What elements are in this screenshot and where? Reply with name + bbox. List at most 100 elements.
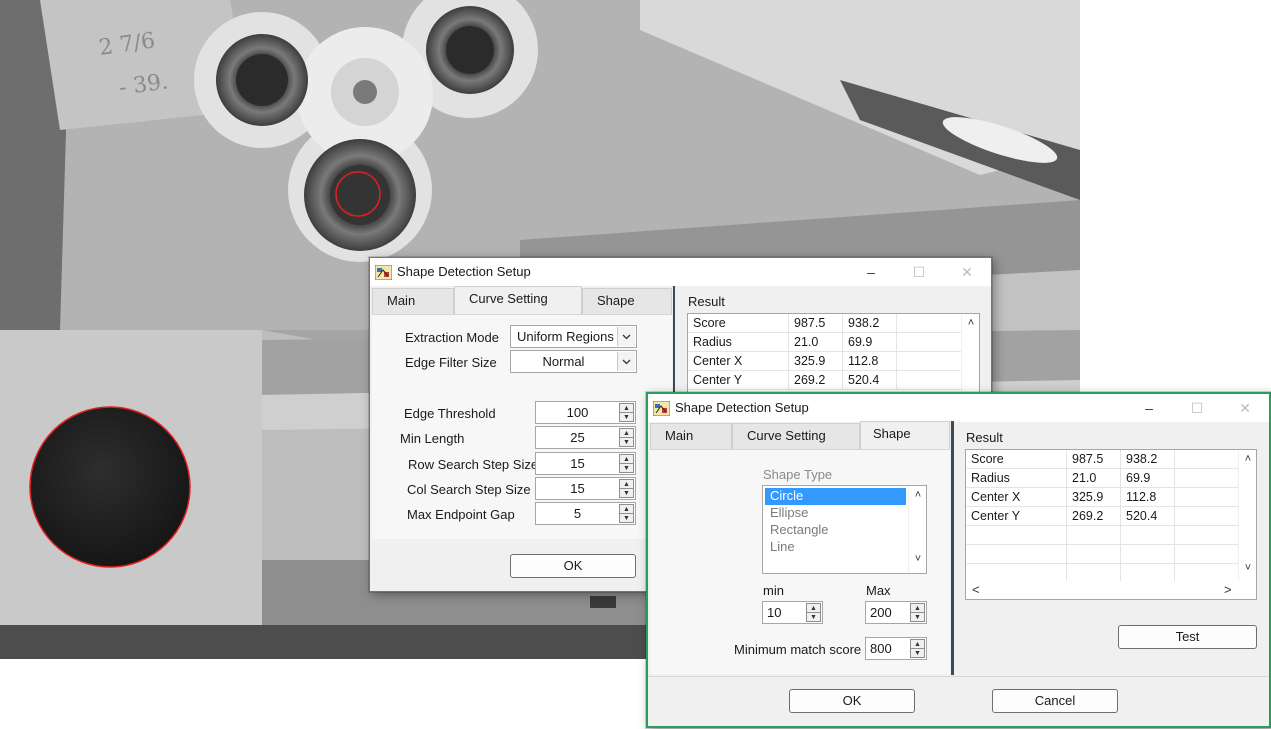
min-match-score-value: 800 xyxy=(870,641,892,656)
list-item-line[interactable]: Line xyxy=(765,539,906,556)
table-cell: Radius xyxy=(688,333,789,352)
tab-main[interactable]: Main xyxy=(372,288,454,314)
table-cell xyxy=(966,526,1067,545)
chevron-down-icon[interactable]: ˅ xyxy=(909,553,927,565)
listbox-scrollbar[interactable]: ˄ ˅ xyxy=(908,486,926,573)
maximize-button[interactable]: ☐ xyxy=(896,258,942,286)
list-item-circle[interactable]: Circle xyxy=(765,488,906,505)
max-endpoint-gap-input[interactable]: 5 ▲ ▼ xyxy=(535,502,636,525)
table-row: Score 987.5 938.2 xyxy=(688,314,963,333)
ok-button[interactable]: OK xyxy=(510,554,636,578)
min-match-score-label: Minimum match score xyxy=(734,642,862,657)
spinner-icon[interactable]: ▲ ▼ xyxy=(910,639,925,658)
spinner-icon[interactable]: ▲ ▼ xyxy=(619,454,634,473)
spinner-icon[interactable]: ▲ ▼ xyxy=(619,479,634,498)
chevron-down-icon xyxy=(617,352,635,371)
table-row: Center Y 269.2 520.4 xyxy=(966,507,1238,526)
extraction-mode-label: Extraction Mode xyxy=(405,330,499,345)
close-button[interactable]: ✕ xyxy=(1222,394,1268,422)
min-length-input[interactable]: 25 ▲ ▼ xyxy=(535,426,636,449)
result-table[interactable]: Score 987.5 938.2 Radius 21.0 69.9 Cente… xyxy=(965,449,1257,600)
edge-threshold-label: Edge Threshold xyxy=(404,406,496,421)
table-row xyxy=(966,526,1238,545)
tab-curve-setting[interactable]: Curve Setting xyxy=(732,423,860,449)
shape-detection-dialog-shape: Shape Detection Setup – ☐ ✕ Main Curve S… xyxy=(646,392,1271,728)
table-cell: 69.9 xyxy=(843,333,897,352)
table-cell xyxy=(1121,545,1175,564)
max-input[interactable]: 200 ▲ ▼ xyxy=(865,601,927,624)
edge-filter-size-select[interactable]: Normal xyxy=(510,350,637,373)
chevron-left-icon[interactable]: < xyxy=(972,582,980,597)
shape-type-label: Shape Type xyxy=(763,467,833,482)
spinner-icon[interactable]: ▲ ▼ xyxy=(910,603,925,622)
chevron-down-icon[interactable]: ˅ xyxy=(1239,562,1256,574)
table-row: Radius 21.0 69.9 xyxy=(688,333,963,352)
table-cell xyxy=(966,545,1067,564)
footer-divider xyxy=(648,676,1269,677)
min-length-label: Min Length xyxy=(400,431,465,446)
spinner-icon[interactable]: ▲ ▼ xyxy=(619,428,634,447)
chevron-up-icon[interactable]: ˄ xyxy=(1239,453,1256,465)
table-scrollbar[interactable]: ˄ xyxy=(961,314,979,392)
spinner-icon[interactable]: ▲ ▼ xyxy=(806,603,821,622)
table-cell: 269.2 xyxy=(789,371,843,390)
extraction-mode-value: Uniform Regions xyxy=(517,329,614,344)
table-cell: 269.2 xyxy=(1067,507,1121,526)
shape-type-listbox[interactable]: Circle Ellipse Rectangle Line ˄ ˅ xyxy=(762,485,927,574)
edge-threshold-input[interactable]: 100 ▲ ▼ xyxy=(535,401,636,424)
tab-shape[interactable]: Shape xyxy=(860,421,950,450)
col-search-step-value: 15 xyxy=(570,481,585,496)
dialog-title: Shape Detection Setup xyxy=(397,264,531,279)
min-match-score-input[interactable]: 800 ▲ ▼ xyxy=(865,637,927,660)
close-button[interactable]: ✕ xyxy=(944,258,990,286)
spinner-icon[interactable]: ▲ ▼ xyxy=(619,403,634,422)
col-search-step-input[interactable]: 15 ▲ ▼ xyxy=(535,477,636,500)
table-row: Center X 325.9 112.8 xyxy=(966,488,1238,507)
edge-threshold-value: 100 xyxy=(566,405,589,420)
table-row: Center X 325.9 112.8 xyxy=(688,352,963,371)
minimize-button[interactable]: – xyxy=(848,258,894,286)
table-cell: 938.2 xyxy=(1121,450,1175,469)
table-vertical-scrollbar[interactable]: ˄ ˅ xyxy=(1238,450,1256,581)
app-icon xyxy=(375,265,392,280)
table-cell: Center Y xyxy=(688,371,789,390)
table-cell: Center X xyxy=(688,352,789,371)
table-horizontal-scrollbar[interactable]: < > xyxy=(966,581,1256,599)
list-item-rectangle[interactable]: Rectangle xyxy=(765,522,906,539)
table-row: Radius 21.0 69.9 xyxy=(966,469,1238,488)
table-cell: Score xyxy=(966,450,1067,469)
table-cell: 21.0 xyxy=(1067,469,1121,488)
tab-main[interactable]: Main xyxy=(650,423,732,449)
table-row xyxy=(966,545,1238,564)
spinner-icon[interactable]: ▲ ▼ xyxy=(619,504,634,523)
table-cell: 520.4 xyxy=(1121,507,1175,526)
col-search-step-label: Col Search Step Size xyxy=(407,482,531,497)
tab-curve-setting[interactable]: Curve Setting xyxy=(454,286,582,314)
test-button[interactable]: Test xyxy=(1118,625,1257,649)
row-search-step-input[interactable]: 15 ▲ ▼ xyxy=(535,452,636,475)
table-cell xyxy=(1067,526,1121,545)
chevron-up-icon[interactable]: ˄ xyxy=(962,317,979,329)
min-input[interactable]: 10 ▲ ▼ xyxy=(762,601,823,624)
result-label: Result xyxy=(966,430,1003,445)
cancel-button[interactable]: Cancel xyxy=(992,689,1118,713)
table-row: Center Y 269.2 520.4 xyxy=(688,371,963,390)
app-icon xyxy=(653,401,670,416)
table-cell: Radius xyxy=(966,469,1067,488)
row-search-step-label: Row Search Step Size xyxy=(408,457,539,472)
result-table[interactable]: Score 987.5 938.2 Radius 21.0 69.9 Cente… xyxy=(687,313,980,393)
maximize-button[interactable]: ☐ xyxy=(1174,394,1220,422)
table-cell: 520.4 xyxy=(843,371,897,390)
chevron-right-icon[interactable]: > xyxy=(1224,582,1232,597)
min-value: 10 xyxy=(767,605,782,620)
maximize-icon: ☐ xyxy=(1190,399,1204,416)
ok-button[interactable]: OK xyxy=(789,689,915,713)
table-cell: Center X xyxy=(966,488,1067,507)
list-item-ellipse[interactable]: Ellipse xyxy=(765,505,906,522)
dialog-titlebar: Shape Detection Setup – ☐ ✕ xyxy=(370,258,991,286)
table-cell: 325.9 xyxy=(789,352,843,371)
chevron-up-icon[interactable]: ˄ xyxy=(909,489,927,501)
tab-shape[interactable]: Shape xyxy=(582,288,672,314)
extraction-mode-select[interactable]: Uniform Regions xyxy=(510,325,637,348)
minimize-button[interactable]: – xyxy=(1126,394,1172,422)
